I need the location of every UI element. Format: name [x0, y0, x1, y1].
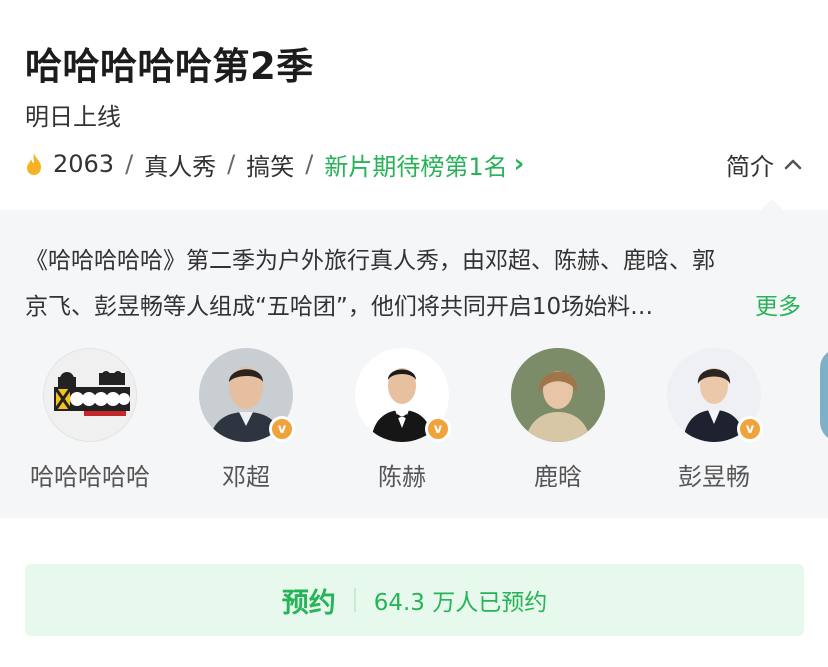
genre-tag: 搞笑: [246, 152, 295, 181]
avatar: v: [355, 348, 451, 442]
next-cast-avatar-partial[interactable]: [820, 348, 828, 442]
avatar: [43, 348, 137, 442]
show-header: 哈哈哈哈哈第2季 明日上线 2063 / 真人秀 / 搞笑 / 新片期待榜第1名…: [0, 0, 828, 210]
intro-toggle-button[interactable]: 简介: [726, 146, 802, 182]
cast-member[interactable]: v 彭昱畅: [644, 348, 784, 492]
separator: /: [305, 150, 314, 178]
reserve-label: 预约: [281, 587, 336, 619]
description-line: 京飞、彭昱畅等人组成“五哈团”，他们将共同开启10场始料…: [25, 294, 654, 320]
rank-text: 新片期待榜第1名: [324, 152, 508, 181]
cast-member[interactable]: v 邓超: [176, 348, 316, 492]
verified-badge-icon: v: [269, 416, 295, 442]
cast-name: 哈哈哈哈哈: [30, 463, 150, 491]
chevron-up-icon: [784, 159, 802, 170]
show-description: 《哈哈哈哈哈》第二季为户外旅行真人秀，由邓超、陈赫、鹿晗、郭 京飞、彭昱畅等人组…: [25, 238, 805, 330]
cast-member[interactable]: v 陈赫: [332, 348, 472, 492]
page-title: 哈哈哈哈哈第2季: [25, 45, 314, 88]
rank-link[interactable]: 新片期待榜第1名 ›: [324, 147, 524, 182]
cast-name: 陈赫: [378, 463, 426, 491]
cast-member-group[interactable]: 哈哈哈哈哈: [20, 348, 160, 492]
panel-pointer: [760, 199, 784, 211]
group-logo-icon: [54, 371, 130, 416]
cast-name: 彭昱畅: [678, 463, 750, 491]
reserve-count: 64.3 万人已预约: [373, 590, 548, 616]
verified-badge-icon: v: [425, 416, 451, 442]
action-area: 预约 64.3 万人已预约: [0, 518, 828, 667]
cast-name: 鹿晗: [534, 463, 582, 491]
portrait-image: [511, 348, 605, 442]
more-button[interactable]: 更多: [755, 284, 801, 330]
separator: /: [125, 150, 134, 178]
flame-icon: [27, 153, 41, 175]
genre-tag: 真人秀: [144, 152, 217, 181]
chevron-right-icon: ›: [513, 149, 525, 179]
avatar: v: [667, 348, 763, 442]
description-line: 《哈哈哈哈哈》第二季为户外旅行真人秀，由邓超、陈赫、鹿晗、郭: [25, 248, 715, 274]
reserve-button[interactable]: 预约 64.3 万人已预约: [25, 564, 804, 636]
avatar: v: [199, 348, 295, 442]
cast-name: 邓超: [222, 463, 270, 491]
intro-label: 简介: [726, 152, 774, 181]
intro-panel: 《哈哈哈哈哈》第二季为户外旅行真人秀，由邓超、陈赫、鹿晗、郭 京飞、彭昱畅等人组…: [0, 199, 828, 518]
divider: [353, 588, 356, 612]
cast-member[interactable]: 鹿晗: [488, 348, 628, 492]
cast-list: 哈哈哈哈哈 v 邓超 v 陈赫 鹿晗 v 彭昱畅: [0, 348, 828, 498]
meta-row: 2063 / 真人秀 / 搞笑 / 新片期待榜第1名 ›: [25, 146, 524, 182]
verified-badge-icon: v: [737, 416, 763, 442]
heat-count: 2063: [53, 150, 115, 178]
separator: /: [227, 150, 236, 178]
release-status: 明日上线: [25, 103, 121, 131]
avatar: [511, 348, 605, 442]
